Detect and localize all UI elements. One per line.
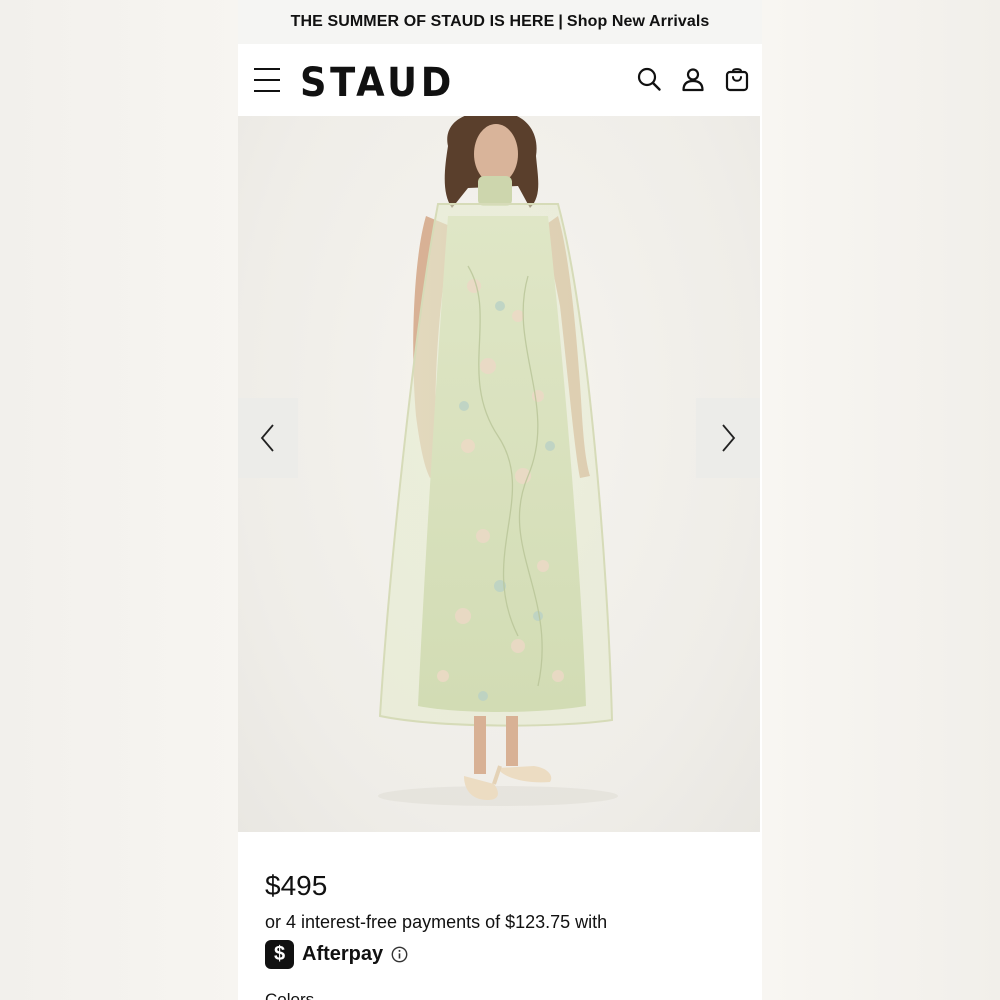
info-icon[interactable]: [391, 946, 408, 963]
announcement-text: THE SUMMER OF STAUD IS HERE: [290, 13, 555, 30]
chevron-left-icon: [260, 424, 274, 452]
page-backdrop-right: [762, 0, 1000, 1000]
product-info: $495 or 4 interest-free payments of $123…: [238, 832, 762, 1000]
mobile-viewport: THE SUMMER OF STAUD IS HERE | Shop New A…: [238, 0, 762, 1000]
account-icon[interactable]: [680, 66, 706, 92]
bag-icon[interactable]: [724, 66, 750, 92]
announcement-separator: |: [558, 13, 563, 30]
announcement-bar[interactable]: THE SUMMER OF STAUD IS HERE | Shop New A…: [238, 0, 762, 44]
search-icon[interactable]: [636, 66, 662, 92]
afterpay-name: Afterpay: [302, 943, 384, 965]
product-price: $495: [265, 870, 328, 901]
site-header: STAUD: [238, 44, 762, 116]
colors-label: Colors: [265, 990, 315, 1000]
chevron-right-icon: [722, 424, 736, 452]
menu-icon[interactable]: [254, 68, 280, 92]
next-image-button[interactable]: [696, 398, 760, 478]
brand-logo[interactable]: STAUD: [300, 60, 455, 106]
afterpay-badge[interactable]: $ Afterpay: [265, 940, 408, 969]
product-image[interactable]: [238, 116, 760, 832]
header-actions: [636, 66, 750, 92]
shop-new-arrivals-link[interactable]: Shop New Arrivals: [567, 13, 709, 31]
previous-image-button[interactable]: [238, 398, 298, 478]
page-backdrop-left: [0, 0, 238, 1000]
installment-text: or 4 interest-free payments of $123.75 w…: [265, 912, 608, 932]
product-photo-illustration: [378, 116, 618, 806]
afterpay-logo-icon: $: [265, 940, 294, 969]
